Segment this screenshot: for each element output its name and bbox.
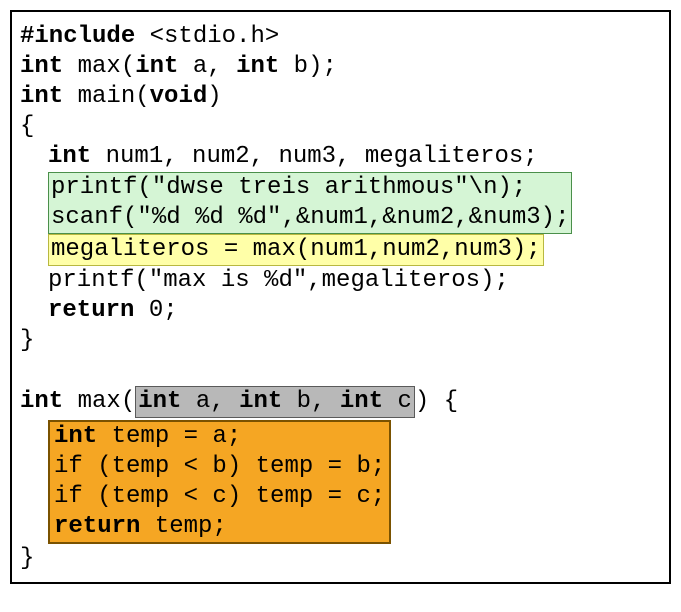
text: temp; bbox=[140, 513, 226, 540]
include-directive: #include bbox=[20, 23, 135, 50]
code-line-13: int temp = a; bbox=[54, 422, 385, 452]
include-header: <stdio.h> bbox=[135, 23, 279, 50]
code-line-12: int max(int a, int b, int c) { bbox=[20, 386, 661, 418]
kw-int: int bbox=[20, 388, 63, 415]
text: ) bbox=[207, 83, 221, 110]
highlight-yellow: megaliteros = max(num1,num2,num3); bbox=[48, 234, 544, 266]
kw-int: int bbox=[20, 53, 63, 80]
code-line-11: } bbox=[20, 326, 661, 356]
highlight-orange-group: int temp = a; if (temp < b) temp = b; if… bbox=[20, 418, 661, 544]
text: max( bbox=[63, 388, 135, 415]
brace-open: { bbox=[20, 113, 34, 140]
text: ) { bbox=[415, 388, 458, 415]
kw-int: int bbox=[20, 83, 63, 110]
printf-call: printf("dwse treis arithmous"\n); bbox=[51, 174, 526, 201]
code-line-3: int main(void) bbox=[20, 82, 661, 112]
scanf-call: scanf("%d %d %d",&num1,&num2,&num3); bbox=[51, 204, 569, 231]
code-line-14: if (temp < b) temp = b; bbox=[54, 452, 385, 482]
kw-int: int bbox=[236, 53, 279, 80]
code-line-7: scanf("%d %d %d",&num1,&num2,&num3); bbox=[51, 203, 569, 233]
code-container: #include <stdio.h> int max(int a, int b)… bbox=[10, 10, 671, 584]
code-line-10: return 0; bbox=[20, 296, 661, 326]
if-stmt: if (temp < b) temp = b; bbox=[54, 453, 385, 480]
code-line-9: printf("max is %d",megaliteros); bbox=[20, 266, 661, 296]
code-line-2: int max(int a, int b); bbox=[20, 52, 661, 82]
kw-int: int bbox=[48, 143, 91, 170]
highlight-yellow-group: megaliteros = max(num1,num2,num3); bbox=[20, 234, 661, 266]
text: a, bbox=[178, 53, 236, 80]
text: c bbox=[383, 388, 412, 415]
code-line-1: #include <stdio.h> bbox=[20, 22, 661, 52]
kw-int: int bbox=[54, 423, 97, 450]
code-line-4: { bbox=[20, 112, 661, 142]
kw-int: int bbox=[239, 388, 282, 415]
code-line-5: int num1, num2, num3, megaliteros; bbox=[20, 142, 661, 172]
blank-line bbox=[20, 356, 661, 386]
kw-void: void bbox=[150, 83, 208, 110]
highlight-green: printf("dwse treis arithmous"\n); scanf(… bbox=[48, 172, 572, 234]
highlight-gray: int a, int b, int c bbox=[135, 386, 415, 418]
kw-int: int bbox=[340, 388, 383, 415]
kw-int: int bbox=[138, 388, 181, 415]
brace-close: } bbox=[20, 545, 34, 572]
text: a, bbox=[181, 388, 239, 415]
code-line-8: megaliteros = max(num1,num2,num3); bbox=[51, 235, 541, 265]
brace-close: } bbox=[20, 327, 34, 354]
highlight-orange: int temp = a; if (temp < b) temp = b; if… bbox=[48, 420, 391, 544]
text: 0; bbox=[134, 297, 177, 324]
kw-return: return bbox=[48, 297, 134, 324]
text: temp = a; bbox=[97, 423, 241, 450]
code-line-15: if (temp < c) temp = c; bbox=[54, 482, 385, 512]
highlight-green-group: printf("dwse treis arithmous"\n); scanf(… bbox=[20, 172, 661, 234]
code-line-16: return temp; bbox=[54, 512, 385, 542]
text: max( bbox=[63, 53, 135, 80]
text: main( bbox=[63, 83, 149, 110]
assignment-call: megaliteros = max(num1,num2,num3); bbox=[51, 236, 541, 263]
text: b, bbox=[282, 388, 340, 415]
text: num1, num2, num3, megaliteros; bbox=[91, 143, 537, 170]
code-line-6: printf("dwse treis arithmous"\n); bbox=[51, 173, 569, 203]
code-line-17: } bbox=[20, 544, 661, 574]
kw-return: return bbox=[54, 513, 140, 540]
kw-int: int bbox=[135, 53, 178, 80]
printf-call: printf("max is %d",megaliteros); bbox=[48, 267, 509, 294]
text: b); bbox=[279, 53, 337, 80]
if-stmt: if (temp < c) temp = c; bbox=[54, 483, 385, 510]
